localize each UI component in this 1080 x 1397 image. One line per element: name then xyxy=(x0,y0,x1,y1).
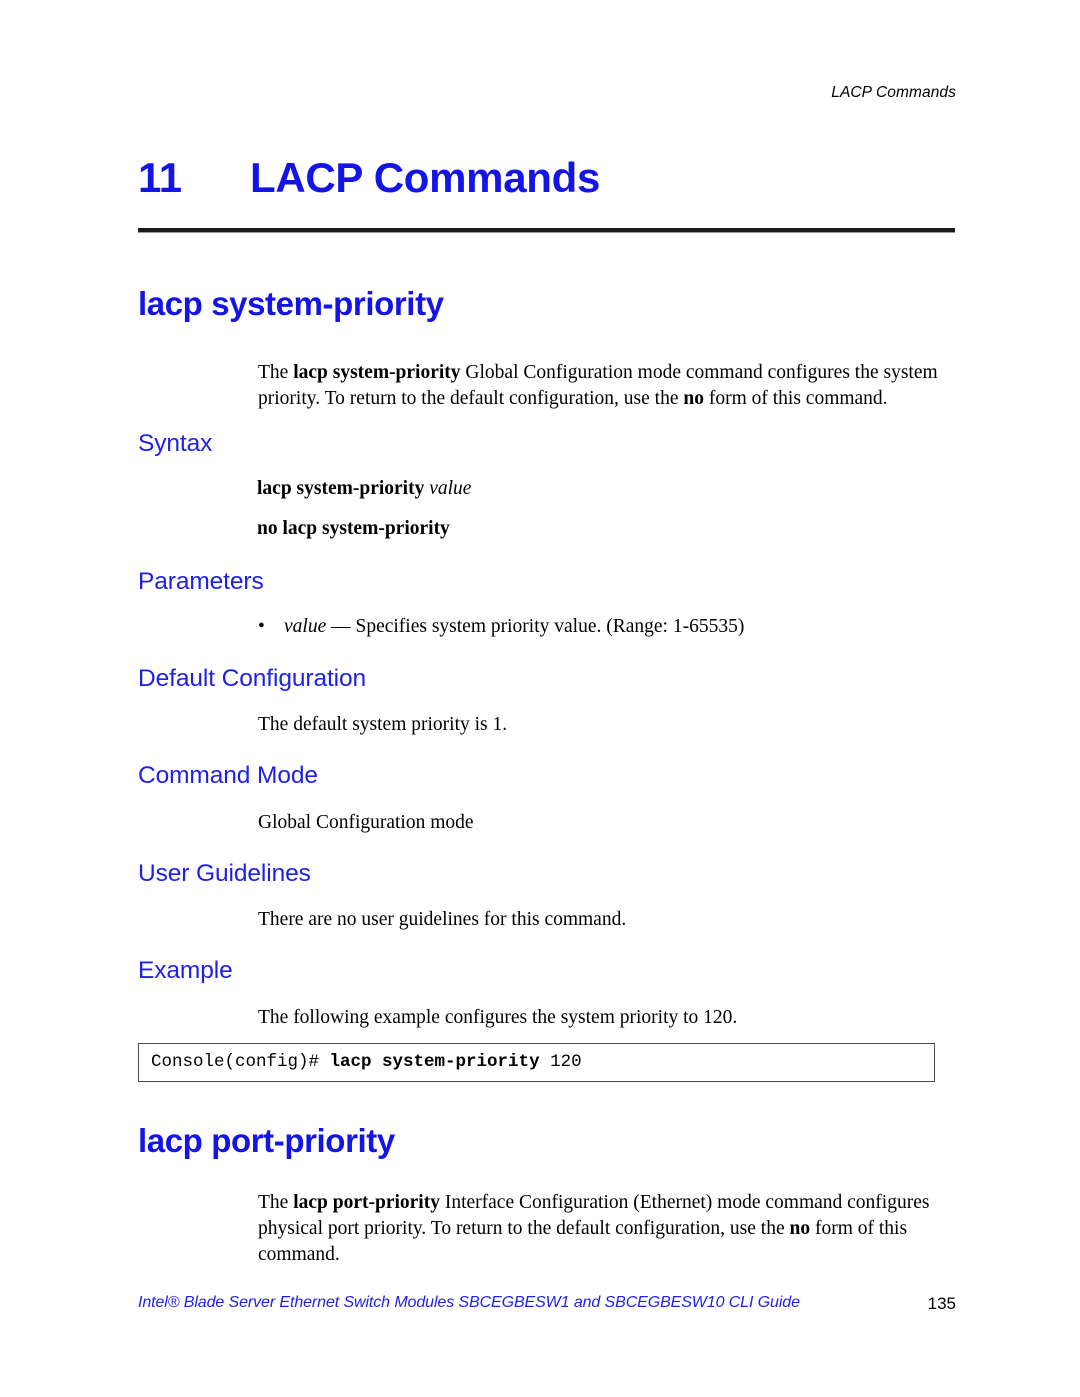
document-page: LACP Commands 11 LACP Commands lacp syste… xyxy=(0,0,1080,1397)
footer-page-number: 135 xyxy=(927,1294,956,1313)
chapter-title-rule xyxy=(138,228,955,233)
section-heading-parameters: Parameters xyxy=(138,568,264,595)
intro-command-term-2: lacp port-priority xyxy=(293,1192,440,1213)
intro-suffix: form of this command. xyxy=(703,388,888,409)
intro-no-keyword: no xyxy=(683,388,704,409)
syntax-argument: value xyxy=(429,478,472,499)
intro-command-term: lacp system-priority xyxy=(293,362,461,383)
console-command: lacp system-priority xyxy=(329,1052,540,1072)
footer-document-title: Intel® Blade Server Ethernet Switch Modu… xyxy=(138,1294,800,1311)
section-heading-default-configuration: Default Configuration xyxy=(138,665,367,692)
chapter-number: 11 xyxy=(138,154,182,201)
command-intro-paragraph: The lacp system-priority Global Configur… xyxy=(258,360,948,412)
parameter-list-item: • value — Specifies system priority value… xyxy=(258,616,744,638)
user-guidelines-text: There are no user guidelines for this co… xyxy=(258,909,627,930)
console-argument: 120 xyxy=(539,1052,582,1072)
command-heading-lacp-port-priority: lacp port-priority xyxy=(138,1122,395,1159)
section-heading-user-guidelines: User Guidelines xyxy=(138,860,311,887)
chapter-title: 11 LACP Commands xyxy=(138,154,600,202)
command-intro-paragraph-2: The lacp port-priority Interface Configu… xyxy=(258,1190,948,1268)
console-example-code-box: Console(config)# lacp system-priority 12… xyxy=(138,1043,935,1082)
default-configuration-text: The default system priority is 1. xyxy=(258,714,508,735)
section-heading-command-mode: Command Mode xyxy=(138,762,318,789)
console-prompt: Console(config)# xyxy=(151,1052,330,1072)
command-mode-text: Global Configuration mode xyxy=(258,812,474,833)
running-header: LACP Commands xyxy=(831,84,956,101)
chapter-title-text: LACP Commands xyxy=(250,154,601,201)
parameter-name: value xyxy=(284,616,327,637)
bullet-point-icon: • xyxy=(258,616,265,637)
intro-prefix: The xyxy=(258,362,294,383)
intro-prefix-2: The xyxy=(258,1192,294,1213)
syntax-line-primary: lacp system-priority value xyxy=(257,478,471,500)
intro-no-keyword-2: no xyxy=(789,1218,811,1239)
command-heading-lacp-system-priority: lacp system-priority xyxy=(138,285,444,322)
parameter-description: — Specifies system priority value. (Rang… xyxy=(326,616,745,637)
syntax-command: lacp system-priority xyxy=(257,478,425,499)
section-heading-example: Example xyxy=(138,957,233,984)
section-heading-syntax: Syntax xyxy=(138,430,213,457)
example-description-text: The following example configures the sys… xyxy=(258,1007,738,1028)
syntax-line-no-form: no lacp system-priority xyxy=(257,518,450,539)
